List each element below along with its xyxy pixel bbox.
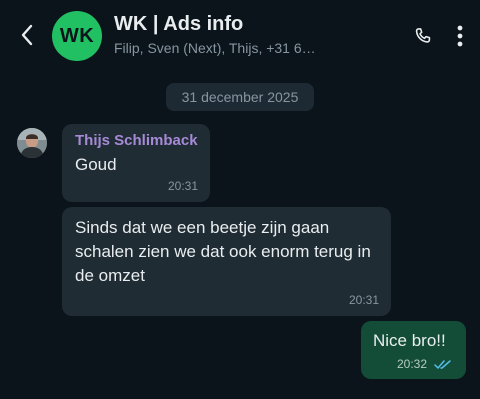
date-separator-label: 31 december 2025 — [181, 89, 299, 105]
back-button[interactable] — [14, 22, 40, 48]
message-bubble-outgoing[interactable]: Nice bro!! 20:32 — [361, 321, 466, 379]
chat-header: WK WK | Ads info Filip, Sven (Next), Thi… — [0, 0, 480, 72]
phone-icon — [415, 28, 431, 43]
date-separator: 31 december 2025 — [166, 83, 314, 111]
group-avatar[interactable]: WK — [52, 11, 102, 61]
double-check-read-icon — [434, 360, 451, 369]
message-time: 20:32 — [397, 357, 428, 371]
sender-avatar-photo — [17, 128, 47, 158]
message-time: 20:31 — [348, 293, 379, 307]
chat-title[interactable]: WK | Ads info — [114, 13, 243, 36]
chat-window: WK WK | Ads info Filip, Sven (Next), Thi… — [0, 0, 480, 399]
message-time: 20:31 — [167, 179, 198, 193]
more-vert-icon — [457, 25, 463, 47]
message-text: Sinds dat we een beetje zijn gaan schale… — [75, 218, 371, 285]
message-text: Nice bro!! — [373, 331, 446, 350]
more-options-button[interactable] — [448, 22, 472, 50]
message-sender-name[interactable]: Thijs Schlimback — [75, 132, 198, 149]
back-arrow-icon — [21, 24, 33, 46]
group-avatar-initials: WK — [59, 24, 95, 47]
sender-avatar[interactable] — [17, 128, 47, 158]
message-bubble-incoming[interactable]: Thijs Schlimback Goud 20:31 — [62, 124, 210, 202]
message-bubble-incoming[interactable]: Sinds dat we een beetje zijn gaan schale… — [62, 207, 391, 316]
voice-call-button[interactable] — [410, 23, 436, 49]
message-text: Goud — [75, 155, 117, 174]
chat-participants[interactable]: Filip, Sven (Next), Thijs, +31 6… — [114, 40, 316, 56]
